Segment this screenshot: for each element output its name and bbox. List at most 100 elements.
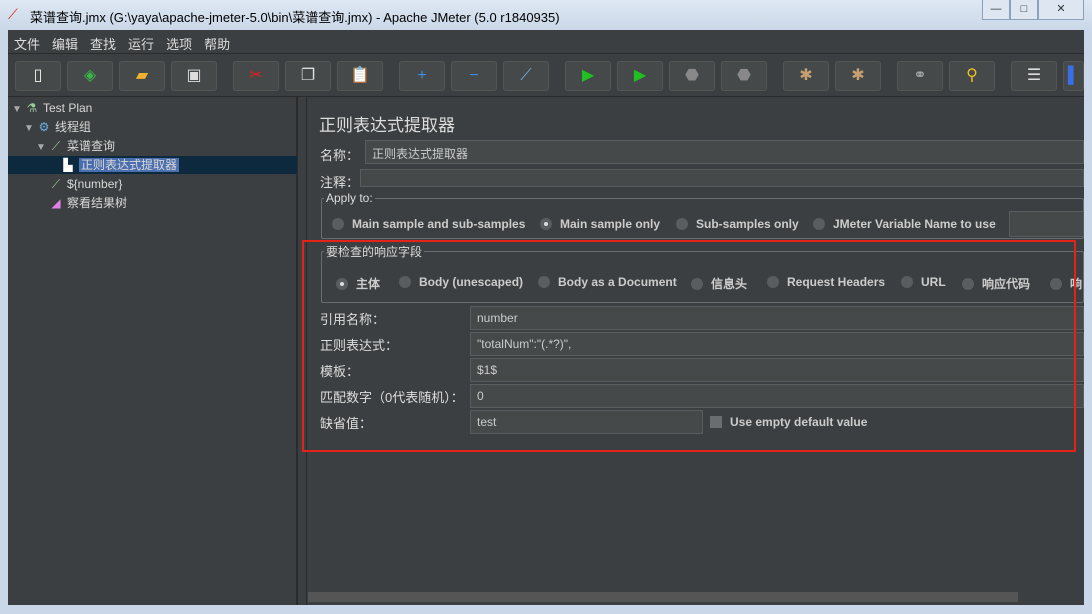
copy-icon: ❐ — [300, 67, 316, 84]
sampler-icon: ⟋ — [51, 177, 61, 191]
menu-item[interactable]: 帮助 — [198, 30, 236, 57]
shutdown-button[interactable]: ⬣ — [721, 61, 767, 91]
comment-input[interactable] — [360, 169, 1084, 187]
tree-node[interactable]: ◢ 察看结果树 — [36, 194, 127, 212]
maximize-button[interactable]: □ — [1010, 0, 1038, 20]
tree-node-label: 菜谱查询 — [67, 139, 116, 153]
expand-button[interactable]: + — [399, 61, 445, 91]
tree-node-label: 察看结果树 — [67, 196, 128, 210]
menu-item[interactable]: 查找 — [84, 30, 122, 57]
help-button[interactable]: ▌ — [1063, 61, 1084, 91]
paste-icon: 📋 — [350, 67, 370, 84]
start-no-pause-icon: ▶ — [633, 67, 647, 84]
test-plan-icon: ⚗ — [26, 101, 38, 115]
cut-button[interactable]: ✂ — [233, 61, 279, 91]
open-button[interactable]: ▰ — [119, 61, 165, 91]
templates-button[interactable]: ◈ — [67, 61, 113, 91]
radio-button[interactable] — [813, 218, 825, 230]
tree-node-label: ${number} — [67, 177, 123, 191]
name-input[interactable]: 正则表达式提取器 — [365, 140, 1084, 164]
clear-all-button[interactable]: ✱ — [835, 61, 881, 91]
new-icon: ▯ — [33, 67, 43, 84]
clear-all-icon: ✱ — [851, 67, 865, 84]
expand-icon: + — [417, 67, 427, 84]
expand-arrow-icon[interactable]: ▼ — [36, 139, 48, 157]
menu-item[interactable]: 编辑 — [46, 30, 84, 57]
title-bar: ⟋ 菜谱查询.jmx (G:\yaya\apache-jmeter-5.0\bi… — [0, 0, 1092, 30]
menu-item[interactable]: 文件 — [8, 30, 46, 57]
function-helper-button[interactable]: ☰ — [1011, 61, 1057, 91]
toggle-button[interactable]: ⟋ — [503, 61, 549, 91]
jmeter-feather-icon: ⟋ — [8, 6, 18, 22]
apply-to-radio[interactable]: JMeter Variable Name to use — [813, 217, 996, 231]
tree-node[interactable]: ▼ ⚙ 线程组 — [24, 118, 91, 136]
search-icon: ⚭ — [913, 67, 927, 84]
window-title: 菜谱查询.jmx (G:\yaya\apache-jmeter-5.0\bin\… — [30, 10, 560, 25]
jmeter-variable-name-input[interactable] — [1009, 211, 1084, 237]
tree-node[interactable]: ▙ 正则表达式提取器 — [48, 156, 180, 174]
name-label: 名称： — [320, 148, 360, 163]
open-icon: ▰ — [135, 67, 149, 84]
expand-arrow-icon[interactable]: ▼ — [12, 101, 24, 119]
cut-icon: ✂ — [249, 67, 263, 84]
thread-group-icon: ⚙ — [38, 120, 50, 134]
highlight-box — [302, 240, 1076, 452]
menu-item[interactable]: 选项 — [160, 30, 198, 57]
radio-label: Sub-samples only — [696, 217, 799, 231]
comment-label: 注释： — [320, 175, 360, 190]
close-button[interactable]: ✕ — [1038, 0, 1084, 20]
panel-title: 正则表达式提取器 — [319, 116, 455, 135]
tree-node-label: 正则表达式提取器 — [79, 158, 180, 172]
function-helper-icon: ☰ — [1026, 67, 1042, 84]
radio-label: JMeter Variable Name to use — [833, 217, 996, 231]
reset-search-button[interactable]: ⚲ — [949, 61, 995, 91]
collapse-button[interactable]: − — [451, 61, 497, 91]
menu-bar: 文件 编辑 查找 运行 选项 帮助 — [8, 30, 1084, 54]
tree-node-label: 线程组 — [55, 120, 92, 134]
apply-to-group: Apply to: — [321, 191, 1084, 239]
toggle-icon: ⟋ — [520, 67, 532, 84]
shutdown-icon: ⬣ — [737, 67, 751, 84]
radio-button[interactable] — [676, 218, 688, 230]
help-icon: ▌ — [1067, 67, 1080, 84]
expand-arrow-icon[interactable]: ▼ — [24, 120, 36, 138]
templates-icon: ◈ — [83, 67, 97, 84]
stop-button[interactable]: ⬣ — [669, 61, 715, 91]
reset-search-icon: ⚲ — [966, 67, 978, 84]
apply-to-legend: Apply to: — [326, 191, 373, 205]
radio-button[interactable] — [332, 218, 344, 230]
tree-node-label: Test Plan — [43, 101, 93, 115]
horizontal-scrollbar[interactable] — [308, 592, 1018, 602]
copy-button[interactable]: ❐ — [285, 61, 331, 91]
radio-button[interactable] — [540, 218, 552, 230]
new-button[interactable]: ▯ — [15, 61, 61, 91]
apply-to-radio[interactable]: Sub-samples only — [676, 217, 799, 231]
clear-icon: ✱ — [799, 67, 813, 84]
listener-icon: ◢ — [51, 196, 61, 210]
radio-label: Main sample only — [560, 217, 661, 231]
toolbar: ▯ ◈ ▰ ▣ ✂ ❐ 📋 + − ⟋ ▶ ▶ ⬣ ⬣ ✱ ✱ ⚭ ⚲ ☰ ▌ — [8, 55, 1084, 97]
window-border-right — [1084, 30, 1092, 614]
menu-item[interactable]: 运行 — [122, 30, 160, 57]
tree-node[interactable]: ▼ ⟋ 菜谱查询 — [36, 137, 115, 155]
window-border-left — [0, 30, 8, 614]
tree-node[interactable]: ⟋ ${number} — [36, 175, 123, 193]
save-icon: ▣ — [186, 67, 202, 84]
start-button[interactable]: ▶ — [565, 61, 611, 91]
radio-label: Main sample and sub-samples — [352, 217, 526, 231]
paste-button[interactable]: 📋 — [337, 61, 383, 91]
extractor-icon: ▙ — [63, 158, 73, 172]
test-plan-tree: ▼ ⚗ Test Plan ▼ ⚙ 线程组 ▼ ⟋ 菜谱查询 ▙ 正则表达式提取器 ⟋ ${number… — [8, 97, 297, 605]
save-button[interactable]: ▣ — [171, 61, 217, 91]
collapse-icon: − — [469, 67, 479, 84]
apply-to-radio[interactable]: Main sample only — [540, 217, 660, 231]
search-button[interactable]: ⚭ — [897, 61, 943, 91]
minimize-button[interactable]: — — [982, 0, 1010, 20]
start-no-pause-button[interactable]: ▶ — [617, 61, 663, 91]
clear-button[interactable]: ✱ — [783, 61, 829, 91]
sampler-icon: ⟋ — [51, 139, 61, 153]
tree-node[interactable]: ▼ ⚗ Test Plan — [12, 99, 92, 117]
stop-icon: ⬣ — [685, 67, 699, 84]
window-border-bottom — [0, 605, 1092, 614]
apply-to-radio[interactable]: Main sample and sub-samples — [332, 217, 525, 231]
